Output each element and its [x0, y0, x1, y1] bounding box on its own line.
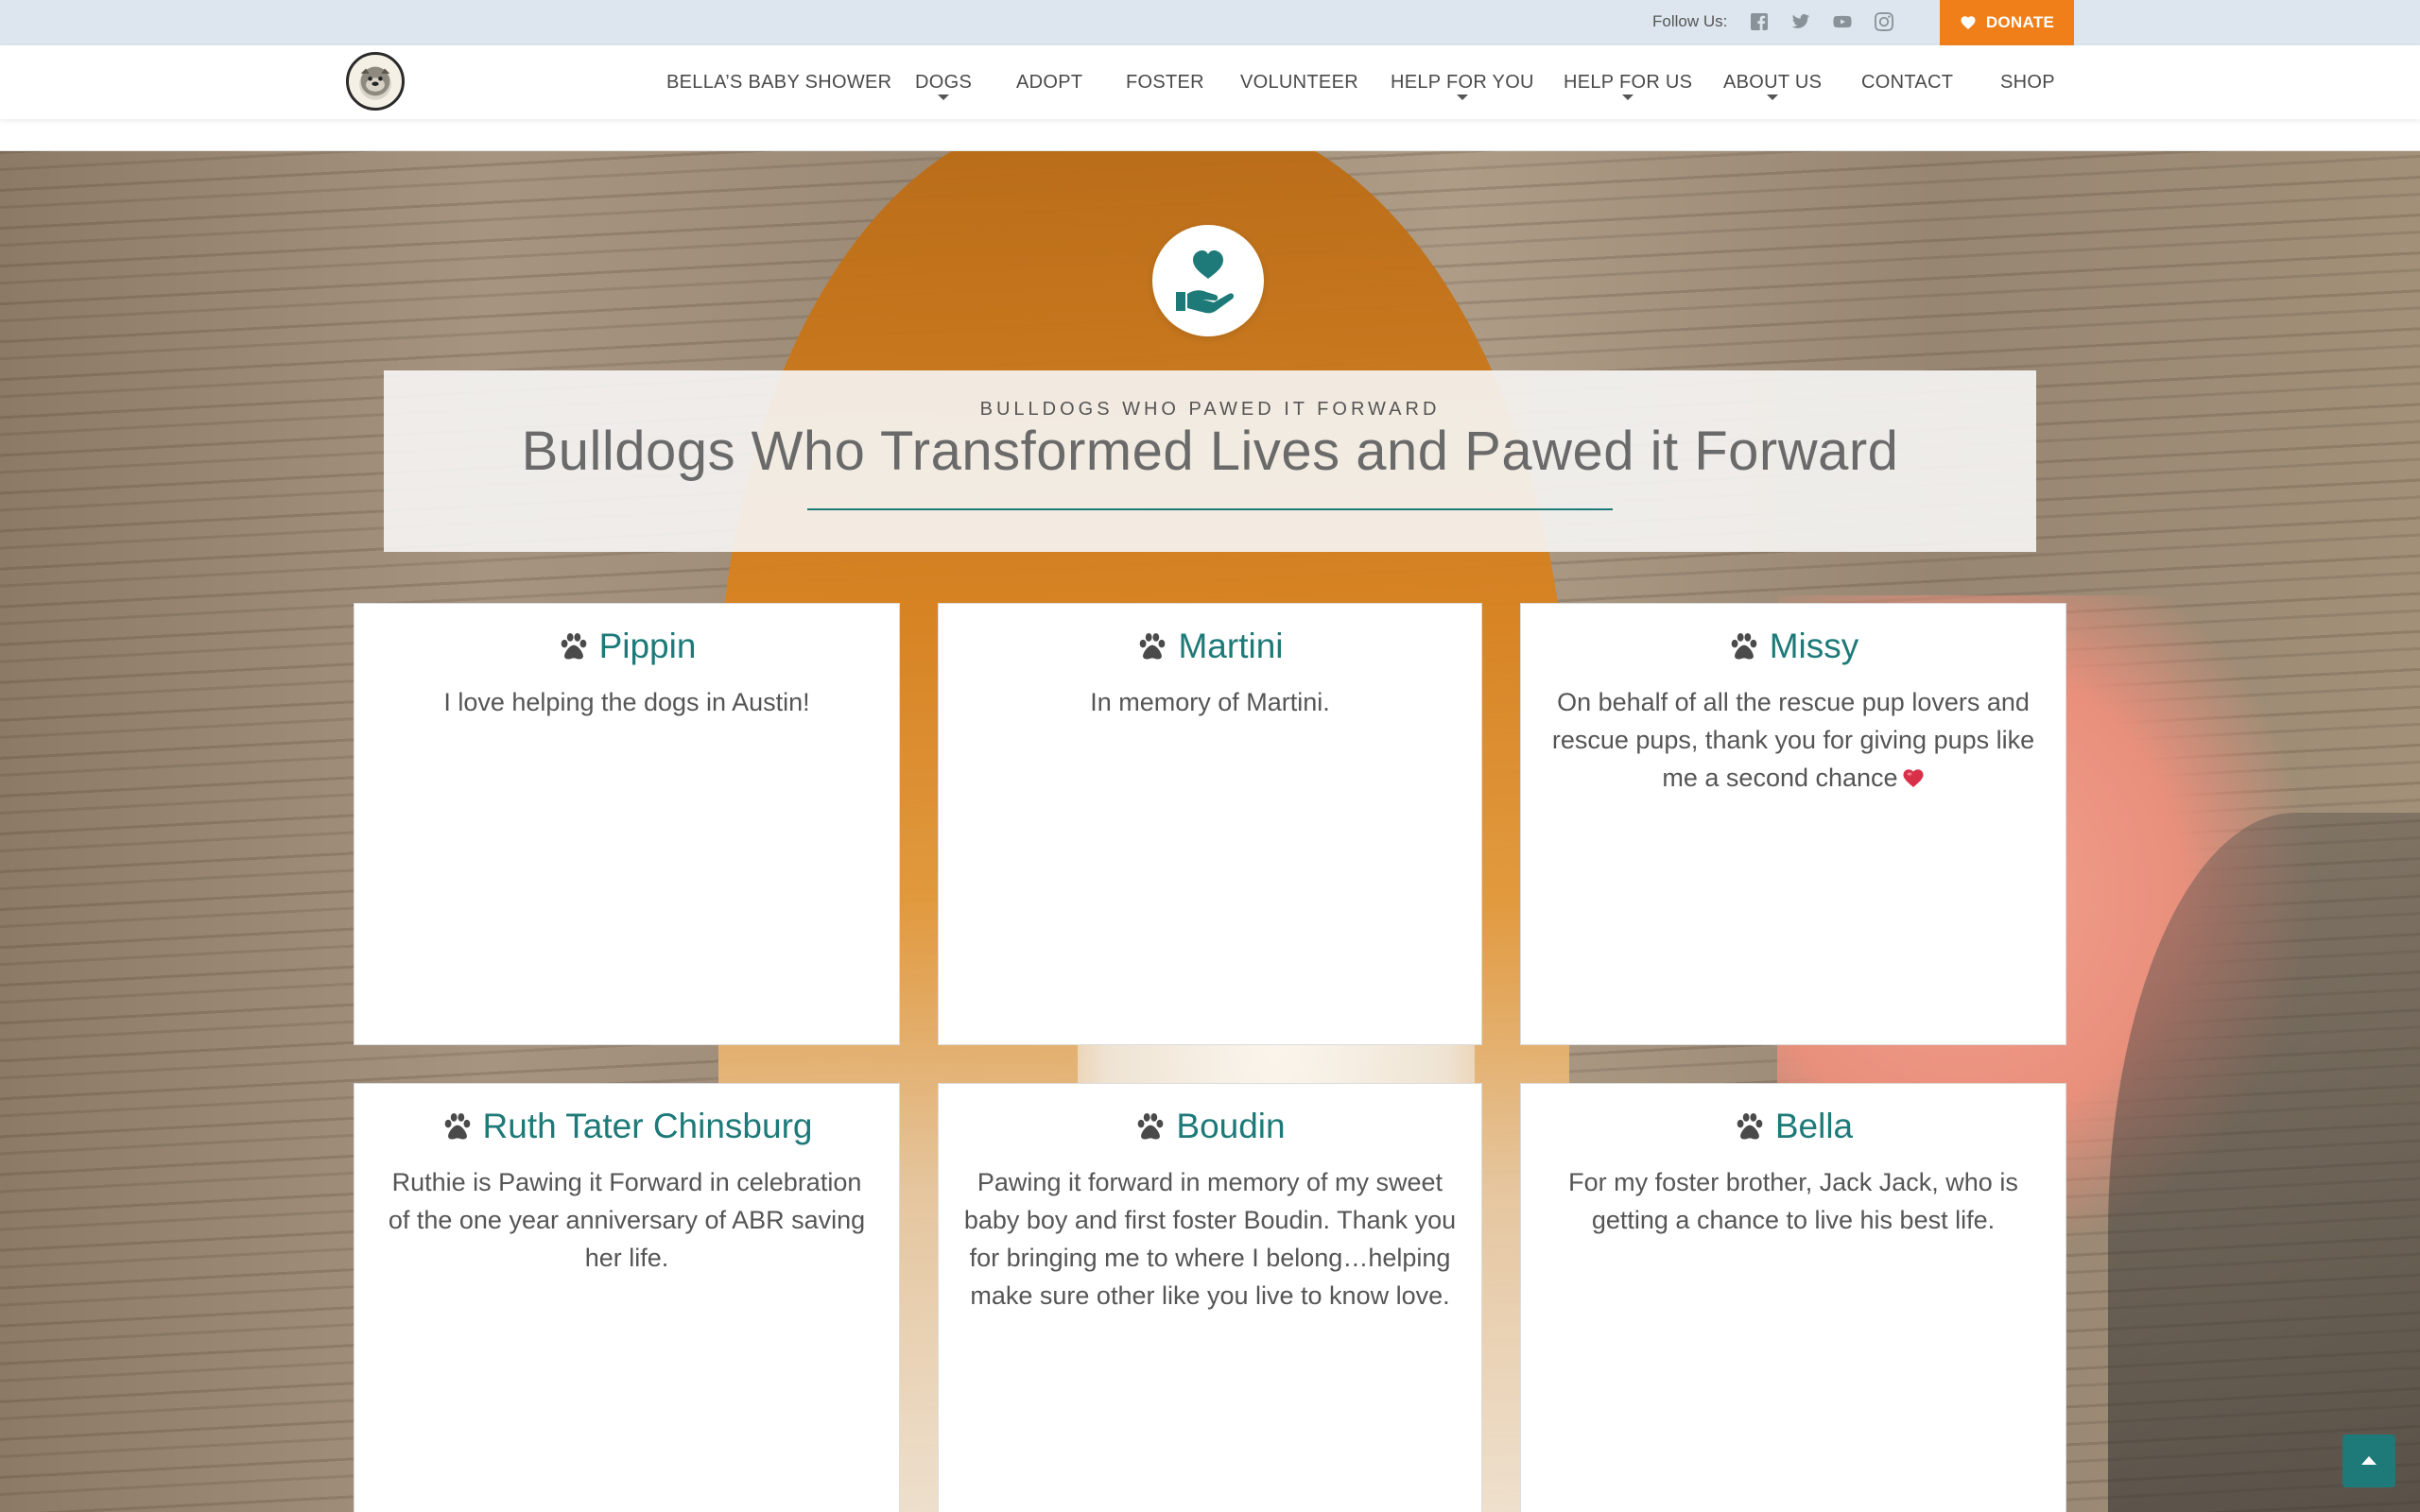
- dog-message: Ruthie is Pawing it Forward in celebrati…: [388, 1168, 866, 1272]
- caret-down-icon: [1767, 94, 1779, 100]
- nav-item-help-for-you[interactable]: HELP FOR YOU: [1391, 45, 1534, 119]
- bulldog-logo-icon: [360, 66, 390, 96]
- dog-card: Martini In memory of Martini.: [938, 603, 1482, 1045]
- nav-item-foster[interactable]: FOSTER: [1126, 45, 1204, 119]
- nav-item-label: VOLUNTEER: [1240, 71, 1358, 93]
- back-to-top-button[interactable]: [2342, 1435, 2395, 1487]
- nav-item-volunteer[interactable]: VOLUNTEER: [1240, 45, 1358, 119]
- main-nav: BELLA’S BABY SHOWER DOGS ADOPT FOSTER VO…: [0, 45, 2420, 119]
- dog-name: Pippin: [598, 627, 697, 665]
- nav-item-label: BELLA’S BABY SHOWER: [666, 71, 892, 93]
- dog-card: Missy On behalf of all the rescue pup lo…: [1520, 603, 2066, 1045]
- card-title: Pippin: [379, 627, 874, 666]
- donate-label: DONATE: [1985, 13, 2055, 31]
- nav-item-dogs[interactable]: DOGS: [915, 45, 972, 119]
- paw-icon: [561, 632, 586, 660]
- caret-down-icon: [938, 94, 950, 100]
- top-bar: Follow Us: DONATE: [0, 0, 2420, 45]
- nav-item-label: CONTACT: [1861, 71, 1954, 93]
- caret-down-icon: [1622, 94, 1634, 100]
- nav-item-label: FOSTER: [1126, 71, 1204, 93]
- paw-icon: [444, 1112, 470, 1140]
- nav-spacer: [0, 119, 2420, 151]
- dog-card: Ruth Tater Chinsburg Ruthie is Pawing it…: [354, 1083, 900, 1512]
- card-title: Martini: [963, 627, 1457, 666]
- dog-name: Boudin: [1176, 1107, 1286, 1145]
- paw-icon: [1731, 632, 1757, 660]
- dog-name: Bella: [1774, 1107, 1854, 1145]
- dog-card: Bella For my foster brother, Jack Jack, …: [1520, 1083, 2066, 1512]
- nav-item-help-for-us[interactable]: HELP FOR US: [1564, 45, 1692, 119]
- nav-item-label: DOGS: [915, 71, 973, 93]
- dog-message-block: On behalf of all the rescue pup lovers a…: [1546, 683, 2041, 797]
- dog-name: Missy: [1769, 627, 1859, 665]
- section-kicker: BULLDOGS WHO PAWED IT FORWARD: [979, 399, 1441, 420]
- heart-icon: [1961, 16, 1976, 29]
- facebook-icon[interactable]: [1749, 11, 1770, 32]
- nav-item-label: ABOUT US: [1723, 71, 1823, 93]
- nav-item-shop[interactable]: SHOP: [2000, 45, 2055, 119]
- dog-message: Pawing it forward in memory of my sweet …: [963, 1168, 1457, 1310]
- card-title: Boudin: [963, 1107, 1457, 1146]
- heart-hand-icon: [1152, 225, 1264, 336]
- dog-card: Boudin Pawing it forward in memory of my…: [938, 1083, 1482, 1512]
- youtube-icon[interactable]: [1832, 11, 1853, 32]
- nav-item-bellas-baby-shower[interactable]: BELLA’S BABY SHOWER: [666, 45, 891, 119]
- instagram-icon[interactable]: [1874, 11, 1894, 32]
- dog-message: For my foster brother, Jack Jack, who is…: [1568, 1168, 2018, 1234]
- nav-item-label: SHOP: [2000, 71, 2055, 93]
- dog-message: On behalf of all the rescue pup lovers a…: [1551, 688, 2035, 792]
- dog-card: Pippin I love helping the dogs in Austin…: [354, 603, 900, 1045]
- nav-item-label: HELP FOR YOU: [1391, 71, 1534, 93]
- site-logo[interactable]: [346, 52, 405, 111]
- card-title: Bella: [1546, 1107, 2041, 1146]
- dog-message: I love helping the dogs in Austin!: [443, 688, 810, 716]
- donate-button[interactable]: DONATE: [1940, 0, 2074, 45]
- dog-name: Martini: [1178, 627, 1284, 665]
- card-title: Ruth Tater Chinsburg: [379, 1107, 874, 1146]
- nav-item-contact[interactable]: CONTACT: [1861, 45, 1953, 119]
- nav-item-about-us[interactable]: ABOUT US: [1723, 45, 1822, 119]
- red-heart-icon: [1903, 769, 1924, 787]
- twitter-icon[interactable]: [1790, 11, 1811, 32]
- paw-icon: [1140, 632, 1166, 660]
- dog-message: In memory of Martini.: [1090, 688, 1330, 716]
- caret-up-icon: [2361, 1456, 2377, 1465]
- nav-item-label: HELP FOR US: [1564, 71, 1693, 93]
- nav-item-label: ADOPT: [1016, 71, 1083, 93]
- title-divider: [807, 508, 1613, 510]
- dog-name: Ruth Tater Chinsburg: [482, 1107, 813, 1145]
- nav-item-adopt[interactable]: ADOPT: [1016, 45, 1082, 119]
- paw-icon: [1138, 1112, 1164, 1140]
- follow-us-label: Follow Us:: [1652, 12, 1728, 30]
- section-header: BULLDOGS WHO PAWED IT FORWARD Bulldogs W…: [384, 370, 2036, 552]
- paw-icon: [1737, 1112, 1763, 1140]
- caret-down-icon: [1456, 94, 1468, 100]
- page-title: Bulldogs Who Transformed Lives and Pawed…: [521, 421, 1899, 482]
- card-title: Missy: [1546, 627, 2041, 666]
